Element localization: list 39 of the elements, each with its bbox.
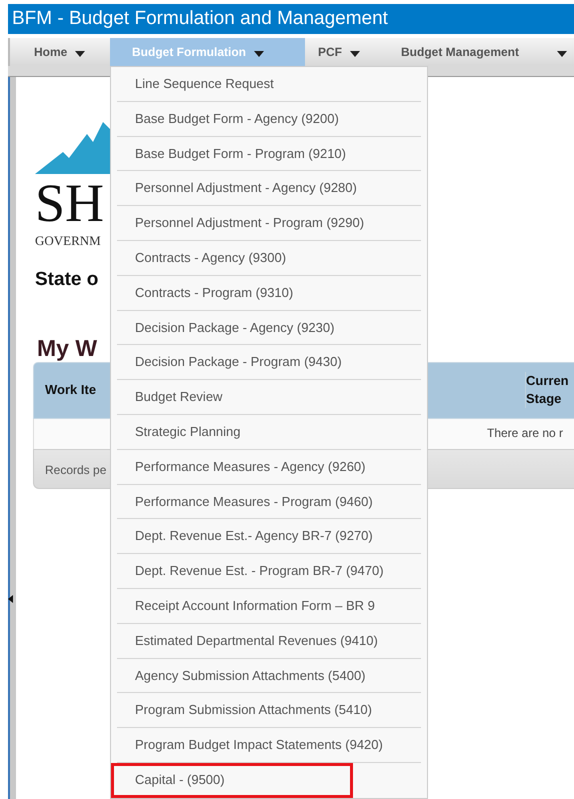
- menu-item[interactable]: Strategic Planning: [117, 414, 421, 450]
- menu-item[interactable]: Decision Package - Agency (9230): [117, 310, 421, 346]
- logo-wordmark: SH: [35, 176, 104, 230]
- menu-item[interactable]: Contracts - Program (9310): [117, 276, 421, 311]
- window-title: BFM - Budget Formulation and Management: [8, 4, 574, 34]
- menu-item[interactable]: Base Budget Form - Program (9210): [117, 136, 421, 172]
- collapse-arrow-icon[interactable]: [8, 595, 13, 603]
- state-heading: State o: [35, 269, 98, 291]
- logo-tagline: GOVERNM: [35, 233, 102, 249]
- menu-item[interactable]: Line Sequence Request: [117, 67, 421, 102]
- menu-tab[interactable]: PCF: [305, 38, 387, 66]
- menu-item[interactable]: Performance Measures - Program (9460): [117, 484, 421, 520]
- column-header: Curren Stage: [525, 372, 572, 408]
- menu-item[interactable]: Personnel Adjustment - Agency (9280): [117, 171, 421, 206]
- menu-item[interactable]: Dept. Revenue Est.- Agency BR-7 (9270): [117, 519, 421, 554]
- empty-message: There are no r: [487, 426, 564, 440]
- mountain-logo-icon: [35, 122, 111, 174]
- menu-item[interactable]: Estimated Departmental Revenues (9410): [117, 624, 421, 659]
- menu-item[interactable]: Decision Package - Program (9430): [117, 345, 421, 380]
- menu-item[interactable]: Program Submission Attachments (5410): [117, 693, 421, 728]
- menu-item[interactable]: Dept. Revenue Est. - Program BR-7 (9470): [117, 554, 421, 589]
- menu-item[interactable]: Budget Review: [117, 380, 421, 415]
- caret-icon: [350, 51, 360, 57]
- menu-tab[interactable]: Home: [10, 38, 110, 66]
- records-per-page-label: Records pe: [45, 463, 106, 477]
- menu-item[interactable]: Program Budget Impact Statements (9420): [117, 728, 421, 763]
- menu-item[interactable]: Performance Measures - Agency (9260): [117, 450, 421, 485]
- menu-item[interactable]: Base Budget Form - Agency (9200): [117, 102, 421, 137]
- caret-icon: [75, 51, 86, 57]
- menu-item[interactable]: Personnel Adjustment - Program (9290): [117, 206, 421, 241]
- menu-item[interactable]: Receipt Account Information Form – BR 9: [117, 588, 421, 624]
- menu-item[interactable]: Agency Submission Attachments (5400): [117, 658, 421, 694]
- caret-icon: [557, 51, 567, 57]
- menu-item[interactable]: Contracts - Agency (9300): [117, 240, 421, 276]
- menu-tab[interactable]: Budget Management: [387, 38, 574, 66]
- menu-item[interactable]: Capital - (9500): [111, 762, 353, 798]
- section-heading: My W: [37, 335, 98, 362]
- caret-icon: [254, 51, 264, 57]
- column-header: Work Ite: [45, 382, 96, 397]
